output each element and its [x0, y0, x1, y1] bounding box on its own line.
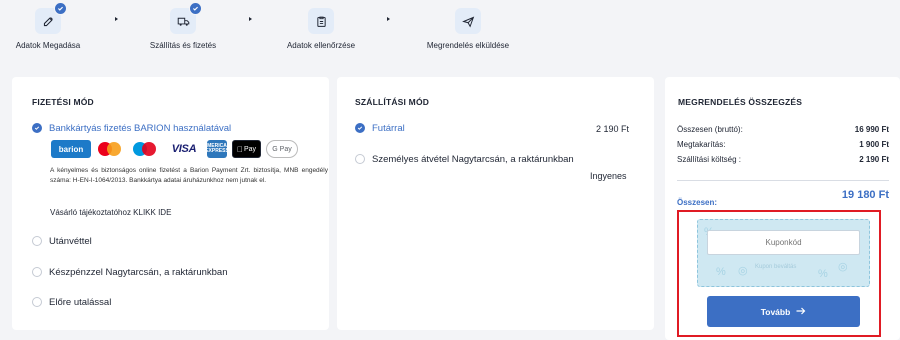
radio-checked-icon[interactable] [32, 123, 42, 133]
payment-method-title: FIZETÉSI MÓD [32, 97, 94, 107]
check-icon [189, 2, 202, 15]
radio-icon[interactable] [355, 154, 365, 164]
step-label: Adatok ellenőrzése [286, 41, 356, 50]
step-arrow-icon [387, 17, 390, 21]
step-submit[interactable]: Megrendelés elküldése [398, 8, 538, 50]
barion-logo: barion [51, 140, 91, 158]
payment-option-label: Előre utalással [49, 297, 112, 308]
shipping-option-courier[interactable]: Futárral [355, 123, 405, 134]
payment-option-transfer[interactable]: Előre utalással [32, 297, 111, 308]
google-pay-logo: G Pay [266, 140, 298, 158]
summary-value: 1 900 Ft [859, 140, 889, 149]
shipping-method-title: SZÁLLÍTÁSI MÓD [355, 97, 430, 107]
total-label: Összesen: [677, 198, 718, 207]
step-review[interactable]: Adatok ellenőrzése [251, 8, 391, 50]
payment-method-card [12, 77, 329, 330]
payment-option-barion[interactable]: Bankkártyás fizetés BARION használatával [32, 123, 231, 134]
radio-icon[interactable] [32, 236, 42, 246]
shipping-option-pickup[interactable]: Személyes átvétel Nagytarcsán, a raktáru… [355, 154, 574, 165]
mastercard-logo [96, 140, 126, 158]
shipping-option-label: Futárral [372, 123, 405, 134]
shipping-method-card [337, 77, 654, 330]
edit-icon [35, 2, 67, 34]
highlight-frame [677, 210, 881, 337]
summary-total: Összesen: 19 180 Ft [677, 189, 889, 210]
step-label: Megrendelés elküldése [426, 41, 510, 50]
step-label: Adatok Megadása [15, 41, 81, 50]
summary-label: Megtakarítás: [677, 140, 726, 149]
payment-option-cod[interactable]: Utánvéttel [32, 236, 92, 247]
shipping-option-label: Személyes átvétel Nagytarcsán, a raktáru… [372, 154, 574, 165]
visa-logo: VISA [171, 143, 197, 155]
step-data-entry[interactable]: Adatok Megadása [0, 2, 118, 50]
amex-logo: AMERICAN EXPRESS [204, 140, 230, 158]
payment-logos: barion VISA AMERICAN EXPRESS Pay G Pay [51, 140, 298, 158]
shipping-price: 2 190 Ft [596, 124, 630, 134]
barion-info-link[interactable]: Vásárló tájékoztatóhoz KLIKK IDE [50, 208, 171, 217]
total-value: 19 180 Ft [841, 189, 889, 201]
summary-row-gross: Összesen (bruttó): 16 990 Ft [677, 125, 889, 134]
send-icon [455, 8, 481, 34]
summary-value: 2 190 Ft [859, 155, 889, 164]
order-summary-title: MEGRENDELÉS ÖSSZEGZÉS [678, 97, 803, 107]
step-label: Szállítás és fizetés [149, 41, 217, 50]
step-shipping-payment[interactable]: Szállítás és fizetés [113, 2, 253, 50]
payment-option-label: Bankkártyás fizetés BARION használatával [49, 123, 232, 134]
payment-option-label: Készpénzzel Nagytarcsán, a raktárunkban [49, 267, 228, 278]
summary-label: Szállítási költség : [677, 155, 742, 164]
summary-row-shipping: Szállítási költség : 2 190 Ft [677, 155, 889, 164]
summary-divider [677, 180, 889, 181]
summary-value: 16 990 Ft [854, 125, 889, 134]
check-icon [54, 2, 67, 15]
payment-option-label: Utánvéttel [49, 236, 92, 247]
barion-disclaimer: A kényelmes és biztonságos online fizeté… [50, 167, 328, 184]
apple-pay-logo: Pay [232, 140, 261, 158]
maestro-logo [131, 140, 161, 158]
radio-checked-icon[interactable] [355, 123, 365, 133]
checkout-stepper: Adatok Megadása Szállítás és fizetés Ada… [0, 0, 900, 70]
shipping-price: Ingyenes [590, 171, 627, 181]
truck-icon [170, 2, 202, 34]
radio-icon[interactable] [32, 297, 42, 307]
payment-option-cash[interactable]: Készpénzzel Nagytarcsán, a raktárunkban [32, 267, 228, 278]
clipboard-icon [308, 8, 334, 34]
radio-icon[interactable] [32, 267, 42, 277]
summary-label: Összesen (bruttó): [677, 125, 743, 134]
summary-row-savings: Megtakarítás: 1 900 Ft [677, 140, 889, 149]
